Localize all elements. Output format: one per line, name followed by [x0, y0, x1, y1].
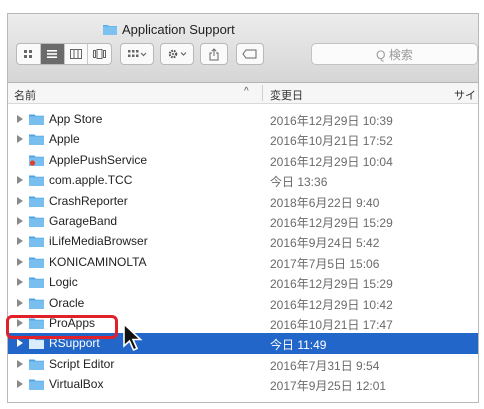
file-row[interactable]: VirtualBox 2017年9月25日 12:01 [8, 374, 478, 394]
folder-icon [29, 114, 44, 125]
file-name: VirtualBox [49, 377, 104, 392]
modified-date: 2017年9月25日 12:01 [270, 379, 387, 394]
disclosure-triangle-icon[interactable] [17, 196, 23, 205]
modified-date: 2018年6月22日 9:40 [270, 195, 380, 210]
modified-date: 2016年12月29日 10:39 [270, 114, 393, 128]
file-row[interactable]: iLifeMediaBrowser 2016年9月24日 5:42 [8, 231, 478, 251]
file-list: App Store 2016年12月29日 10:39 Apple 2016年10月2… [8, 109, 478, 394]
modified-date: 2016年12月29日 10:42 [270, 297, 393, 312]
disclosure-triangle-icon[interactable] [17, 237, 23, 246]
folder-icon [29, 236, 44, 248]
modified-date: 2017年7月5日 15:06 [270, 256, 380, 271]
columns-icon [69, 49, 82, 59]
window-toolbar: Application Support Q 検索 [8, 14, 478, 83]
modified-date: 今日 11:49 [270, 338, 327, 353]
file-name: KONICAMINOLTA [49, 254, 147, 269]
file-row[interactable]: KONICAMINOLTA 2017年7月5日 15:06 [8, 252, 478, 272]
folder-icon [29, 277, 44, 289]
list-view-button[interactable] [40, 44, 65, 64]
disclosure-triangle-icon[interactable] [17, 278, 23, 287]
modified-date: 2016年7月31日 9:54 [270, 358, 380, 373]
file-row[interactable]: Logic 2016年12月29日 15:29 [8, 272, 478, 292]
arrange-grid-icon [128, 50, 147, 57]
file-name: ApplePushService [49, 152, 148, 167]
tag-button[interactable] [236, 43, 264, 65]
gear-icon [168, 49, 187, 59]
window-title: Application Support [103, 20, 235, 38]
mouse-pointer-icon [123, 322, 143, 352]
file-name: com.apple.TCC [49, 173, 133, 188]
modified-date: 2016年9月24日 5:42 [270, 236, 380, 251]
icon-view-button[interactable] [17, 44, 41, 64]
folder-icon [29, 298, 44, 309]
file-row[interactable]: CrashReporter 2018年6月22日 9:40 [8, 191, 478, 211]
finder-window: Application Support Q 検索 名前 ^ 変更日 サイ App… [7, 13, 479, 403]
locked-folder-icon [29, 155, 44, 166]
modified-date: 2016年12月29日 15:29 [270, 215, 393, 230]
column-view-button[interactable] [65, 44, 89, 64]
modified-date: 2016年10月21日 17:47 [270, 317, 393, 332]
folder-icon [29, 196, 44, 207]
disclosure-triangle-icon[interactable] [17, 380, 23, 389]
folder-icon [29, 338, 44, 350]
toolbar: Q 検索 [8, 43, 478, 69]
file-name: Script Editor [49, 356, 115, 371]
file-name: Apple [49, 132, 80, 147]
share-button[interactable] [200, 43, 228, 65]
folder-icon [29, 359, 44, 370]
disclosure-triangle-icon[interactable] [17, 339, 23, 348]
disclosure-triangle-icon[interactable] [17, 257, 23, 266]
file-name: CrashReporter [49, 193, 128, 208]
window-title-text: Application Support [122, 21, 235, 37]
file-row[interactable]: Script Editor 2016年7月31日 9:54 [8, 354, 478, 374]
disclosure-triangle-icon[interactable] [17, 176, 23, 185]
file-row[interactable]: Oracle 2016年12月29日 10:42 [8, 293, 478, 313]
folder-icon [29, 257, 44, 268]
file-name: Logic [49, 275, 78, 290]
grid-icon [23, 49, 32, 58]
column-divider[interactable] [262, 85, 263, 101]
arrange-menu-button[interactable] [120, 43, 154, 65]
modified-date: 今日 13:36 [270, 175, 328, 190]
column-header-name[interactable]: 名前 [14, 87, 36, 103]
folder-icon [29, 379, 44, 391]
search-field[interactable]: Q 検索 [311, 43, 478, 65]
folder-icon [29, 175, 44, 187]
file-row[interactable]: GarageBand 2016年12月29日 15:29 [8, 211, 478, 231]
column-header-date[interactable]: 変更日 [270, 87, 303, 103]
folder-icon [103, 25, 117, 35]
cover-flow-button[interactable] [88, 44, 111, 64]
modified-date: 2016年12月29日 10:04 [270, 154, 393, 169]
file-name: iLifeMediaBrowser [49, 234, 148, 249]
file-name: App Store [49, 112, 103, 126]
share-icon [209, 47, 219, 60]
column-header-bar: 名前 ^ 変更日 サイ [8, 83, 478, 104]
modified-date: 2016年12月29日 15:29 [270, 277, 393, 292]
folder-icon [29, 216, 44, 227]
column-header-size[interactable]: サイ [454, 87, 476, 103]
modified-date: 2016年10月21日 17:52 [270, 134, 393, 149]
list-icon [47, 50, 58, 58]
action-menu-button[interactable] [160, 43, 194, 65]
file-name: Oracle [49, 295, 85, 310]
search-placeholder: Q 検索 [376, 47, 413, 62]
disclosure-triangle-icon[interactable] [17, 135, 23, 144]
disclosure-triangle-icon[interactable] [17, 359, 23, 368]
file-row[interactable]: ApplePushService 2016年12月29日 10:04 [8, 150, 478, 170]
folder-icon [29, 134, 44, 146]
view-mode-segmented-control[interactable] [16, 43, 112, 65]
file-row[interactable]: Apple 2016年10月21日 17:52 [8, 129, 478, 149]
file-row[interactable]: App Store 2016年12月29日 10:39 [8, 109, 478, 129]
disclosure-triangle-icon[interactable] [17, 216, 23, 225]
sort-ascending-icon: ^ [244, 86, 249, 97]
highlight-annotation-box [6, 315, 118, 339]
file-name: GarageBand [49, 213, 118, 228]
file-row[interactable]: com.apple.TCC 今日 13:36 [8, 170, 478, 190]
disclosure-triangle-icon[interactable] [17, 115, 23, 123]
cover-flow-icon [93, 49, 107, 59]
tag-icon [242, 49, 257, 59]
disclosure-triangle-icon[interactable] [17, 298, 23, 307]
